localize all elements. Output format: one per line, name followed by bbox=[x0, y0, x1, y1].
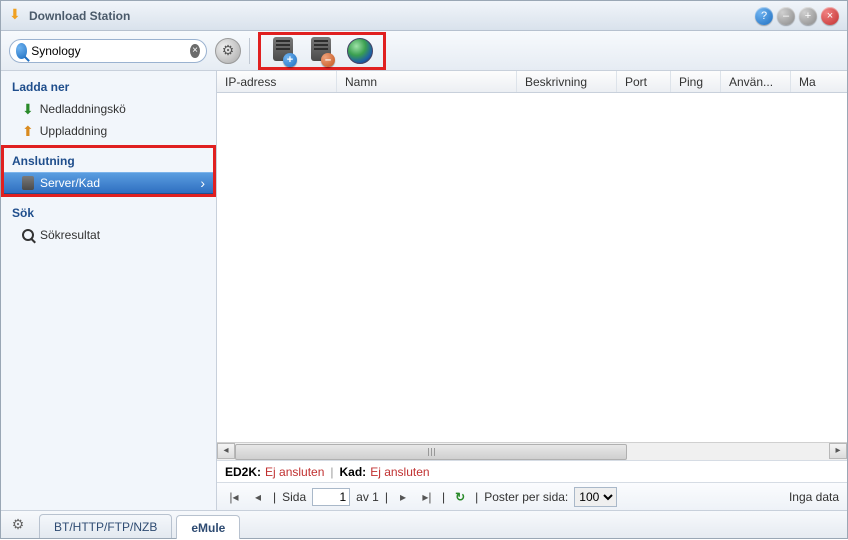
sidebar-item-label: Nedladdningskö bbox=[40, 102, 126, 116]
sidebar-header-download: Ladda ner bbox=[4, 74, 213, 98]
kad-label: Kad: bbox=[340, 465, 367, 479]
column-headers: IP-adress Namn Beskrivning Port Ping Anv… bbox=[217, 71, 847, 93]
column-port[interactable]: Port bbox=[617, 71, 671, 92]
search-box[interactable]: × bbox=[9, 39, 207, 63]
sidebar-section-search: Sök Sökresultat bbox=[1, 197, 216, 249]
sidebar-section-download: Ladda ner ⬇ Nedladdningskö ⬆ Uppladdning bbox=[1, 71, 216, 145]
pager-divider: | bbox=[273, 490, 276, 504]
clear-search-button[interactable]: × bbox=[190, 44, 200, 58]
server-icon bbox=[22, 176, 34, 190]
plus-badge-icon: + bbox=[283, 53, 297, 67]
remove-server-button[interactable]: – bbox=[309, 37, 333, 65]
sidebar-item-download-queue[interactable]: ⬇ Nedladdningskö bbox=[4, 98, 213, 120]
upload-arrow-icon: ⬆ bbox=[22, 124, 34, 138]
column-ping[interactable]: Ping bbox=[671, 71, 721, 92]
ed2k-label: ED2K: bbox=[225, 465, 261, 479]
minimize-button[interactable]: – bbox=[777, 7, 795, 25]
toolbar-divider bbox=[249, 38, 250, 64]
first-page-button[interactable]: |◂ bbox=[225, 488, 243, 506]
pager: |◂ ◂ | Sida av 1 | ▸ ▸| | ↻ | Poster per… bbox=[217, 482, 847, 510]
magnifier-icon bbox=[22, 229, 34, 241]
horizontal-scrollbar[interactable]: ◂ ▸ bbox=[217, 442, 847, 460]
search-input[interactable] bbox=[27, 44, 190, 58]
nodata-label: Inga data bbox=[789, 490, 839, 504]
pager-divider: | bbox=[475, 490, 478, 504]
perpage-select[interactable]: 100 bbox=[574, 487, 617, 507]
column-ip[interactable]: IP-adress bbox=[217, 71, 337, 92]
prev-page-button[interactable]: ◂ bbox=[249, 488, 267, 506]
tab-emule[interactable]: eMule bbox=[176, 515, 240, 539]
column-name[interactable]: Namn bbox=[337, 71, 517, 92]
download-arrow-icon: ⬇ bbox=[22, 102, 34, 116]
next-page-button[interactable]: ▸ bbox=[394, 488, 412, 506]
connection-status: ED2K: Ej ansluten | Kad: Ej ansluten bbox=[217, 460, 847, 482]
help-button[interactable]: ? bbox=[755, 7, 773, 25]
sidebar-header-connection: Anslutning bbox=[4, 148, 213, 172]
app-icon bbox=[9, 8, 25, 24]
server-action-group: + – bbox=[258, 32, 386, 70]
window-controls: ? – + × bbox=[755, 7, 839, 25]
sidebar-item-search-results[interactable]: Sökresultat bbox=[4, 224, 213, 246]
scroll-left-button[interactable]: ◂ bbox=[217, 443, 235, 459]
scroll-thumb[interactable] bbox=[235, 444, 627, 460]
sidebar-item-label: Uppladdning bbox=[40, 124, 107, 138]
window-title: Download Station bbox=[29, 9, 755, 23]
perpage-label: Poster per sida: bbox=[484, 490, 568, 504]
column-users[interactable]: Använ... bbox=[721, 71, 791, 92]
pager-divider: | bbox=[385, 490, 388, 504]
minus-badge-icon: – bbox=[321, 53, 335, 67]
toolbar: × ⚙ + – bbox=[1, 31, 847, 71]
sidebar: Ladda ner ⬇ Nedladdningskö ⬆ Uppladdning… bbox=[1, 71, 217, 510]
bottom-tab-bar: ⚙ BT/HTTP/FTP/NZB eMule bbox=[1, 510, 847, 538]
sidebar-item-label: Server/Kad bbox=[40, 176, 100, 190]
titlebar: Download Station ? – + × bbox=[1, 1, 847, 31]
main-panel: IP-adress Namn Beskrivning Port Ping Anv… bbox=[217, 71, 847, 510]
page-label: Sida bbox=[282, 490, 306, 504]
settings-button[interactable]: ⚙ bbox=[215, 38, 241, 64]
scroll-right-button[interactable]: ▸ bbox=[829, 443, 847, 459]
page-of-label: av 1 bbox=[356, 490, 379, 504]
window: Download Station ? – + × × ⚙ + – bbox=[0, 0, 848, 539]
ed2k-status: Ej ansluten bbox=[265, 465, 324, 479]
refresh-button[interactable]: ↻ bbox=[451, 488, 469, 506]
sidebar-section-connection: Anslutning Server/Kad bbox=[1, 145, 216, 197]
sidebar-header-search: Sök bbox=[4, 200, 213, 224]
sidebar-item-server-kad[interactable]: Server/Kad bbox=[4, 172, 213, 194]
sidebar-item-label: Sökresultat bbox=[40, 228, 100, 242]
add-server-button[interactable]: + bbox=[271, 37, 295, 65]
tab-bt-http-ftp-nzb[interactable]: BT/HTTP/FTP/NZB bbox=[39, 514, 172, 538]
server-grid[interactable] bbox=[217, 93, 847, 442]
status-separator: | bbox=[330, 465, 333, 479]
kad-status: Ej ansluten bbox=[370, 465, 429, 479]
connect-kad-button[interactable] bbox=[347, 38, 373, 64]
bottom-settings-button[interactable]: ⚙ bbox=[7, 513, 29, 535]
sidebar-item-upload[interactable]: ⬆ Uppladdning bbox=[4, 120, 213, 142]
search-icon bbox=[16, 43, 27, 59]
last-page-button[interactable]: ▸| bbox=[418, 488, 436, 506]
column-max[interactable]: Ma bbox=[791, 71, 847, 92]
scroll-track[interactable] bbox=[235, 444, 829, 460]
body: Ladda ner ⬇ Nedladdningskö ⬆ Uppladdning… bbox=[1, 71, 847, 510]
column-desc[interactable]: Beskrivning bbox=[517, 71, 617, 92]
close-button[interactable]: × bbox=[821, 7, 839, 25]
maximize-button[interactable]: + bbox=[799, 7, 817, 25]
pager-divider: | bbox=[442, 490, 445, 504]
page-input[interactable] bbox=[312, 488, 350, 506]
